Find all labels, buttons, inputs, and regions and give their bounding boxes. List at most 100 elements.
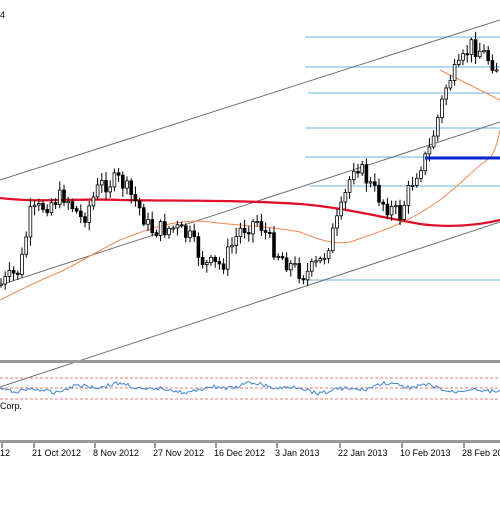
candle (141, 203, 146, 227)
candle-body-bull (444, 87, 448, 100)
candle-body-bull (406, 185, 411, 206)
candle-body-bear (356, 170, 360, 174)
x-axis-tick-label: 12 (0, 448, 10, 458)
candle-body-bear (381, 201, 385, 205)
candle-body-bull (255, 221, 260, 224)
candle-body-bear (179, 224, 184, 227)
candle-body-bull (49, 202, 54, 214)
candle (272, 226, 276, 261)
candle-body-bear (473, 39, 478, 58)
candle (297, 257, 301, 284)
candle-body-bear (192, 230, 197, 238)
copyright-label: Corp. (0, 401, 22, 411)
candle (162, 213, 167, 238)
candle (108, 180, 113, 198)
candle (230, 237, 234, 254)
forex-chart: 4 Corp. 12 21 Oct 2012 8 Nov 2012 27 Nov 20… (0, 0, 500, 500)
candle (121, 171, 125, 197)
candle-body-bear (200, 257, 205, 265)
candle-body-bull (343, 192, 348, 203)
candle-body-bull (28, 206, 33, 238)
channel-middle-line (0, 121, 500, 286)
candle (393, 200, 398, 215)
candle-body-bear (263, 230, 268, 233)
candle-body-bull (230, 245, 234, 248)
candle (137, 197, 142, 216)
candle (360, 161, 364, 176)
candle (486, 45, 490, 65)
candle (146, 212, 150, 232)
candle (419, 166, 423, 183)
candle-body-bull (158, 221, 163, 236)
candle-body-bull (234, 236, 239, 246)
candle-body-bull (91, 196, 96, 207)
candle (314, 255, 318, 268)
trend-channel (0, 19, 500, 388)
candle-body-bear (150, 219, 155, 234)
candle (11, 266, 16, 281)
x-axis-tick-label: 27 Nov 2012 (153, 448, 204, 458)
candle-body-bull (66, 201, 71, 204)
candle (183, 223, 188, 243)
candle-body-bull (414, 177, 419, 186)
candle-body-bull (146, 219, 150, 225)
candle-body-bear (53, 202, 58, 206)
candle (456, 53, 461, 68)
candle-body-bear (377, 184, 381, 203)
candle-body-bear (154, 232, 159, 236)
candle (41, 199, 45, 213)
candle-body-bull (427, 146, 432, 155)
candle-body-bear (183, 225, 188, 238)
candle (104, 171, 108, 200)
candle (385, 197, 390, 220)
candle-body-bull (309, 261, 314, 272)
candle (28, 198, 33, 246)
candle (204, 259, 209, 273)
oscillator-panel (0, 377, 500, 400)
candle-body-bull (125, 180, 129, 189)
candle (66, 196, 71, 210)
oscillator-panel-bottom-border (0, 440, 500, 443)
candle-body-bear (242, 227, 247, 234)
candle (221, 258, 226, 275)
candle (377, 178, 381, 207)
candle (192, 223, 197, 242)
candle (309, 258, 314, 277)
candle-body-bull (351, 170, 356, 181)
candle-body-bear (221, 263, 226, 270)
candle (200, 250, 205, 269)
candle-body-bull (225, 246, 230, 270)
candle (217, 256, 222, 270)
candle-body-bear (15, 272, 20, 275)
candle (335, 208, 339, 236)
candle-body-bear (267, 232, 272, 235)
candle-body-bear (129, 180, 134, 195)
candle (448, 75, 453, 91)
candle (213, 255, 218, 268)
candle (431, 130, 436, 150)
ma-short-line (0, 69, 500, 301)
candle-body-bear (133, 194, 138, 202)
candle (58, 181, 62, 209)
candle (452, 58, 457, 86)
candle-body-bull (3, 276, 7, 285)
candle (263, 222, 268, 240)
candle (32, 199, 37, 216)
candle-body-bull (238, 227, 243, 238)
candle-body-bull (452, 64, 457, 81)
candle (494, 62, 499, 73)
candle (351, 162, 356, 185)
candle-body-bull (482, 50, 486, 53)
candle (79, 204, 83, 224)
candle (154, 229, 159, 238)
candle-body-bull (335, 215, 339, 229)
candle (305, 262, 310, 286)
candle (91, 191, 96, 210)
candle (326, 247, 331, 264)
candle-body-bull (477, 50, 482, 58)
candle-body-bull (305, 270, 310, 281)
candle (209, 255, 213, 266)
candle (284, 252, 289, 273)
candle-body-bull (251, 221, 255, 235)
candle-body-bear (162, 221, 167, 236)
